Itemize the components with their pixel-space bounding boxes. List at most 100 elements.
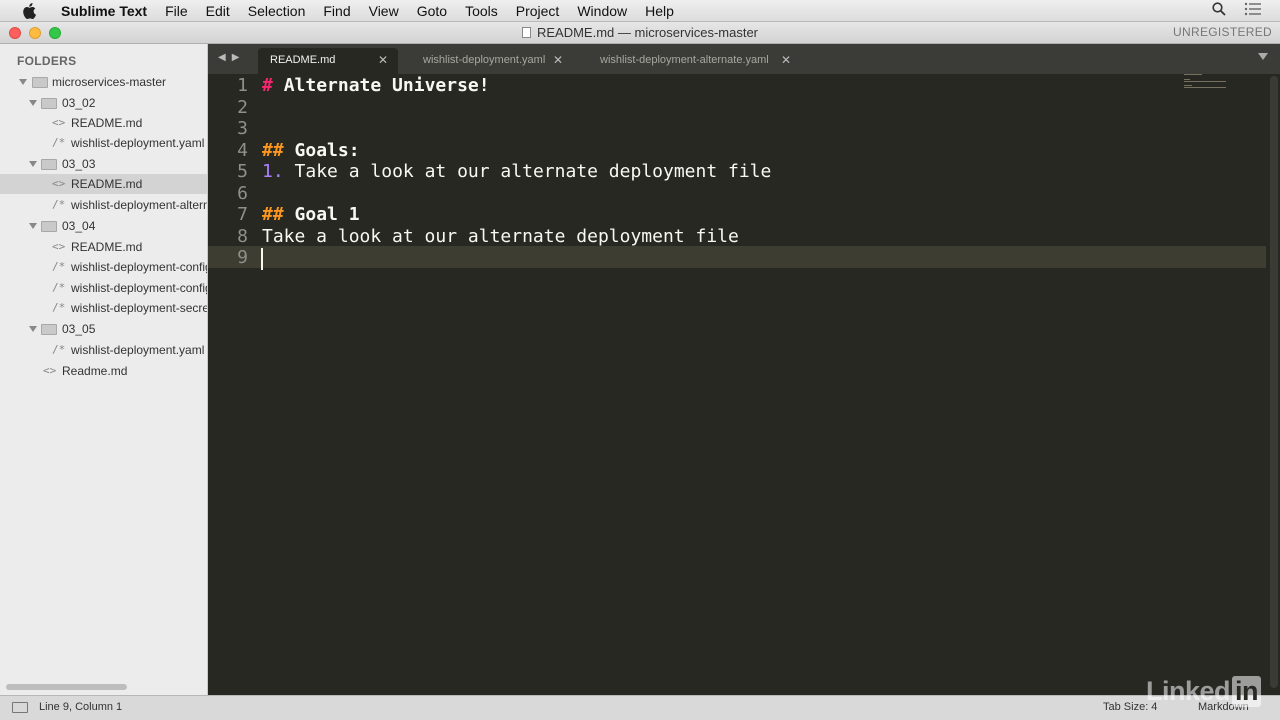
tree-folder[interactable]: 03_03 bbox=[0, 154, 207, 174]
vertical-scrollbar[interactable] bbox=[1270, 76, 1278, 688]
tab-bar: ◀ ▶ README.md ✕ wishlist-deployment.yaml… bbox=[208, 44, 1280, 74]
yaml-file-icon: /* bbox=[52, 281, 66, 294]
yaml-file-icon: /* bbox=[52, 198, 66, 211]
tree-item-label: microservices-master bbox=[52, 75, 167, 89]
heading-text: Goals: bbox=[294, 140, 360, 161]
window-title-bar: README.md — microservices-master UNREGIS… bbox=[0, 22, 1280, 44]
code-line-1: # Alternate Universe! bbox=[262, 75, 490, 96]
line-number: 7 bbox=[237, 204, 248, 225]
tree-item-label: wishlist-deployment-configmap-env.yaml bbox=[71, 281, 207, 295]
tree-folder[interactable]: 03_02 bbox=[0, 93, 207, 113]
chevron-down-icon[interactable] bbox=[29, 100, 37, 106]
line-number: 4 bbox=[237, 140, 248, 161]
close-icon[interactable]: ✕ bbox=[781, 48, 791, 72]
tree-file[interactable]: /* wishlist-deployment.yaml bbox=[0, 133, 207, 153]
tab-label: wishlist-deployment-alternate.yaml bbox=[600, 54, 769, 66]
sidebar: FOLDERS microservices-master 03_02 <> RE… bbox=[0, 44, 208, 695]
tab-wishlist-deployment[interactable]: wishlist-deployment.yaml ✕ bbox=[411, 48, 573, 74]
tree-file[interactable]: <> Readme.md bbox=[0, 361, 207, 381]
menu-goto[interactable]: Goto bbox=[408, 0, 456, 22]
tree-item-label: 03_04 bbox=[62, 219, 96, 233]
folder-icon bbox=[41, 159, 57, 170]
tree-root-folder[interactable]: microservices-master bbox=[0, 72, 207, 92]
tree-item-label: wishlist-deployment-alternate.yaml bbox=[71, 198, 207, 212]
folder-icon bbox=[41, 98, 57, 109]
markdown-file-icon: <> bbox=[52, 240, 66, 253]
tree-file[interactable]: /* wishlist-deployment-configmap-env.yam… bbox=[0, 278, 207, 298]
yaml-file-icon: /* bbox=[52, 301, 66, 314]
markdown-file-icon: <> bbox=[52, 177, 66, 190]
menu-tools[interactable]: Tools bbox=[456, 0, 507, 22]
tree-folder[interactable]: 03_05 bbox=[0, 319, 207, 339]
menu-view[interactable]: View bbox=[360, 0, 408, 22]
tree-file[interactable]: /* wishlist-deployment-secret.yaml bbox=[0, 298, 207, 318]
tree-file[interactable]: <> README.md bbox=[0, 237, 207, 257]
panel-toggle-icon[interactable] bbox=[12, 702, 28, 713]
heading-mark: ## bbox=[262, 204, 284, 225]
minimap[interactable] bbox=[1184, 74, 1228, 90]
chevron-down-icon[interactable] bbox=[29, 223, 37, 229]
search-icon[interactable] bbox=[1212, 2, 1226, 19]
code-line-5: 1. Take a look at our alternate deployme… bbox=[262, 161, 771, 182]
menu-edit[interactable]: Edit bbox=[197, 0, 239, 22]
tree-file[interactable]: <> README.md bbox=[0, 113, 207, 133]
folders-header: FOLDERS bbox=[17, 54, 77, 68]
tree-folder[interactable]: 03_04 bbox=[0, 216, 207, 236]
chevron-down-icon[interactable] bbox=[19, 79, 27, 85]
line-number: 9 bbox=[237, 247, 248, 268]
menu-selection[interactable]: Selection bbox=[239, 0, 315, 22]
folder-icon bbox=[41, 324, 57, 335]
code-editor[interactable]: 1 2 3 4 5 6 7 8 9 # Alternate Universe! … bbox=[208, 74, 1280, 695]
list-number: 1. bbox=[262, 161, 284, 182]
tree-item-label: 03_02 bbox=[62, 96, 96, 110]
menu-project[interactable]: Project bbox=[507, 0, 569, 22]
line-number: 3 bbox=[237, 118, 248, 139]
registration-status: UNREGISTERED bbox=[1173, 25, 1272, 39]
tree-item-label: 03_03 bbox=[62, 157, 96, 171]
menu-file[interactable]: File bbox=[156, 0, 197, 22]
tab-dropdown-icon[interactable] bbox=[1258, 53, 1268, 60]
tab-wishlist-deployment-alternate[interactable]: wishlist-deployment-alternate.yaml ✕ bbox=[588, 48, 801, 74]
status-bar: Line 9, Column 1 Tab Size: 4 Markdown bbox=[0, 695, 1280, 720]
apple-icon[interactable] bbox=[18, 0, 40, 22]
chevron-down-icon[interactable] bbox=[29, 326, 37, 332]
tree-file[interactable]: /* wishlist-deployment-alternate.yaml bbox=[0, 195, 207, 215]
line-number: 8 bbox=[237, 226, 248, 247]
tree-item-label: README.md bbox=[71, 240, 143, 254]
heading-mark: ## bbox=[262, 140, 284, 161]
line-number: 5 bbox=[237, 161, 248, 182]
line-number: 2 bbox=[237, 97, 248, 118]
tab-readme[interactable]: README.md ✕ bbox=[258, 48, 398, 74]
line-number: 1 bbox=[237, 75, 248, 96]
heading-mark: # bbox=[262, 75, 273, 96]
tree-file-selected[interactable]: <> README.md bbox=[0, 174, 207, 194]
tree-item-label: 03_05 bbox=[62, 322, 96, 336]
code-line-8: Take a look at our alternate deployment … bbox=[262, 226, 739, 247]
tree-item-label: Readme.md bbox=[62, 364, 128, 378]
tree-file[interactable]: /* wishlist-deployment.yaml bbox=[0, 340, 207, 360]
close-icon[interactable]: ✕ bbox=[378, 48, 388, 72]
tree-item-label: wishlist-deployment.yaml bbox=[71, 136, 205, 150]
sidebar-horizontal-scrollbar[interactable] bbox=[6, 684, 127, 690]
folder-icon bbox=[41, 221, 57, 232]
menu-help[interactable]: Help bbox=[636, 0, 683, 22]
list-text: Take a look at our alternate deployment … bbox=[294, 161, 772, 182]
tree-file[interactable]: /* wishlist-deployment-configmap.yaml bbox=[0, 257, 207, 277]
heading-text: Alternate Universe! bbox=[283, 75, 490, 96]
tree-item-label: README.md bbox=[71, 116, 143, 130]
tab-back-icon[interactable]: ◀ bbox=[218, 52, 226, 63]
menu-window[interactable]: Window bbox=[568, 0, 636, 22]
menu-app-name[interactable]: Sublime Text bbox=[52, 0, 156, 22]
current-line-highlight bbox=[208, 246, 1266, 268]
line-number: 6 bbox=[237, 183, 248, 204]
close-icon[interactable]: ✕ bbox=[553, 48, 563, 72]
tab-forward-icon[interactable]: ▶ bbox=[232, 52, 240, 63]
window-title: README.md — microservices-master bbox=[536, 25, 759, 40]
menu-bar: Sublime Text File Edit Selection Find Vi… bbox=[0, 0, 1280, 22]
paragraph-text: Take a look at our alternate deployment … bbox=[262, 226, 739, 247]
yaml-file-icon: /* bbox=[52, 136, 66, 149]
list-icon[interactable] bbox=[1244, 2, 1262, 19]
menu-find[interactable]: Find bbox=[314, 0, 359, 22]
chevron-down-icon[interactable] bbox=[29, 161, 37, 167]
linkedin-watermark-logo: Linked in bbox=[1146, 676, 1262, 707]
